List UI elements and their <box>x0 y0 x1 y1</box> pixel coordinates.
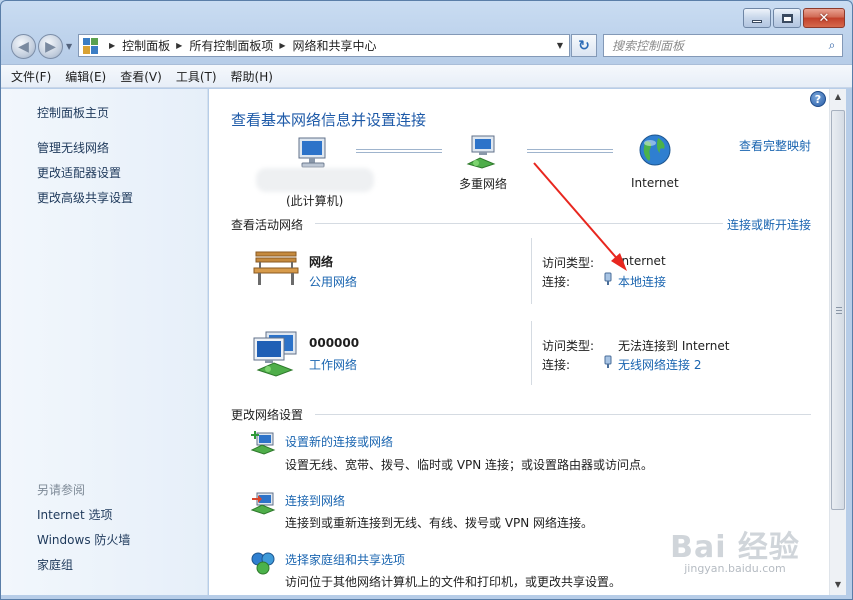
task-homegroup-link[interactable]: 选择家庭组和共享选项 <box>285 551 405 568</box>
task-description: 连接到或重新连接到无线、有线、拨号或 VPN 网络连接。 <box>285 516 594 530</box>
breadcrumb-separator-icon[interactable]: ▶ <box>279 41 285 50</box>
breadcrumb-control-panel[interactable]: 控制面板 <box>122 37 170 54</box>
back-button[interactable]: ◀ <box>11 34 36 59</box>
sidebar-link-cp-home[interactable]: 控制面板主页 <box>37 104 109 121</box>
local-connection-link[interactable]: 本地连接 <box>618 273 666 290</box>
connection-label: 连接: <box>542 358 571 372</box>
access-type-value: Internet <box>618 254 666 268</box>
task-description: 访问位于其他网络计算机上的文件和打印机，或更改共享设置。 <box>285 575 622 589</box>
breadcrumb-separator-icon[interactable]: ▶ <box>109 41 115 50</box>
full-map-link[interactable]: 查看完整映射 <box>739 137 811 154</box>
close-icon: ✕ <box>818 10 830 26</box>
network-type-link[interactable]: 公用网络 <box>309 273 357 290</box>
sidebar-link-internet-options[interactable]: Internet 选项 <box>37 506 112 523</box>
access-type-label: 访问类型: <box>542 256 595 270</box>
task-description: 设置无线、宽带、拨号、临时或 VPN 连接；或设置路由器或访问点。 <box>285 458 654 472</box>
breadcrumb-all-items[interactable]: 所有控制面板项 <box>189 37 273 54</box>
see-also-title: 另请参阅 <box>37 483 86 497</box>
close-button[interactable]: ✕ <box>803 8 845 28</box>
menu-view[interactable]: 查看(V) <box>120 68 162 85</box>
blurred-computer-name <box>256 168 374 192</box>
refresh-button[interactable]: ↻ <box>571 34 597 57</box>
caption-buttons: ✕ <box>743 8 845 28</box>
vertical-scrollbar[interactable]: ▲ ▼ <box>829 89 846 595</box>
section-divider <box>315 223 723 224</box>
menu-edit[interactable]: 编辑(E) <box>65 68 106 85</box>
recent-pages-dropdown[interactable]: ▼ <box>66 42 72 51</box>
address-dropdown-icon[interactable]: ▼ <box>551 41 569 50</box>
sidebar-link-homegroup[interactable]: 家庭组 <box>37 556 73 573</box>
map-computer-label: (此计算机) <box>286 194 344 208</box>
network-type-link[interactable]: 工作网络 <box>309 356 357 373</box>
sidebar-link-manage-wireless[interactable]: 管理无线网络 <box>37 139 109 156</box>
wired-connection-icon <box>604 272 612 285</box>
sidebar-link-firewall[interactable]: Windows 防火墙 <box>37 531 130 548</box>
forward-button[interactable]: ▶ <box>38 34 63 59</box>
minimize-icon <box>752 19 762 23</box>
homegroup-sharing-icon <box>251 552 275 575</box>
map-multiple-networks-label: 多重网络 <box>459 177 508 191</box>
network-name: 000000 <box>309 336 360 350</box>
search-icon[interactable]: ⌕ <box>822 38 842 53</box>
watermark: Bai 经验 jingyan.baidu.com <box>650 522 820 575</box>
network-divider <box>531 321 532 385</box>
access-type-label: 访问类型: <box>542 339 595 353</box>
map-link-line <box>356 149 442 153</box>
section-divider <box>315 414 811 415</box>
help-icon[interactable]: ? <box>810 91 826 107</box>
scroll-up-icon[interactable]: ▲ <box>830 89 846 105</box>
breadcrumb-separator-icon[interactable]: ▶ <box>176 41 182 50</box>
map-link-line <box>527 149 613 153</box>
wireless-connection-icon <box>604 355 612 368</box>
address-bar[interactable]: ▶ 控制面板 ▶ 所有控制面板项 ▶ 网络和共享中心 ▼ <box>78 34 570 57</box>
connection-label: 连接: <box>542 275 571 289</box>
maximize-button[interactable] <box>773 8 801 28</box>
minimize-button[interactable] <box>743 8 771 28</box>
search-box: ⌕ <box>603 34 843 57</box>
scroll-grip-icon <box>836 307 842 314</box>
menu-file[interactable]: 文件(F) <box>11 68 51 85</box>
menu-help[interactable]: 帮助(H) <box>231 68 273 85</box>
internet-globe-icon[interactable] <box>638 133 672 167</box>
change-settings-title: 更改网络设置 <box>231 408 304 422</box>
work-network-icon <box>253 331 297 377</box>
search-input[interactable] <box>604 38 822 53</box>
scroll-thumb[interactable] <box>831 110 845 510</box>
connect-disconnect-link[interactable]: 连接或断开连接 <box>727 216 811 233</box>
task-connect-network-link[interactable]: 连接到网络 <box>285 492 345 509</box>
control-panel-icon <box>83 37 99 54</box>
public-network-bench-icon <box>253 251 299 285</box>
sidebar-link-advanced-sharing[interactable]: 更改高级共享设置 <box>37 189 133 206</box>
sidebar-link-adapter-settings[interactable]: 更改适配器设置 <box>37 164 121 181</box>
scroll-down-icon[interactable]: ▼ <box>830 577 846 593</box>
breadcrumb-network-center[interactable]: 网络和共享中心 <box>293 37 377 54</box>
refresh-icon: ↻ <box>578 37 590 54</box>
page-title: 查看基本网络信息并设置连接 <box>231 111 427 129</box>
wireless-connection-link[interactable]: 无线网络连接 2 <box>618 356 701 373</box>
connect-to-network-icon <box>250 492 276 515</box>
menu-bar: 文件(F) 编辑(E) 查看(V) 工具(T) 帮助(H) <box>1 64 852 88</box>
task-new-connection-link[interactable]: 设置新的连接或网络 <box>285 433 393 450</box>
left-pane: 控制面板主页 管理无线网络 更改适配器设置 更改高级共享设置 另请参阅 Inte… <box>1 89 208 595</box>
back-arrow-icon: ◀ <box>18 38 29 55</box>
computer-icon[interactable] <box>296 136 332 170</box>
forward-arrow-icon: ▶ <box>45 38 56 55</box>
access-type-value: 无法连接到 Internet <box>618 339 730 353</box>
multiple-networks-icon[interactable] <box>464 134 504 170</box>
network-name: 网络 <box>309 255 334 269</box>
network-divider <box>531 238 532 304</box>
menu-tools[interactable]: 工具(T) <box>176 68 217 85</box>
maximize-icon <box>781 13 793 23</box>
new-connection-icon <box>250 431 276 455</box>
watermark-logo: Bai 经验 <box>670 530 800 565</box>
active-networks-title: 查看活动网络 <box>231 218 304 232</box>
map-internet-label: Internet <box>631 176 679 190</box>
